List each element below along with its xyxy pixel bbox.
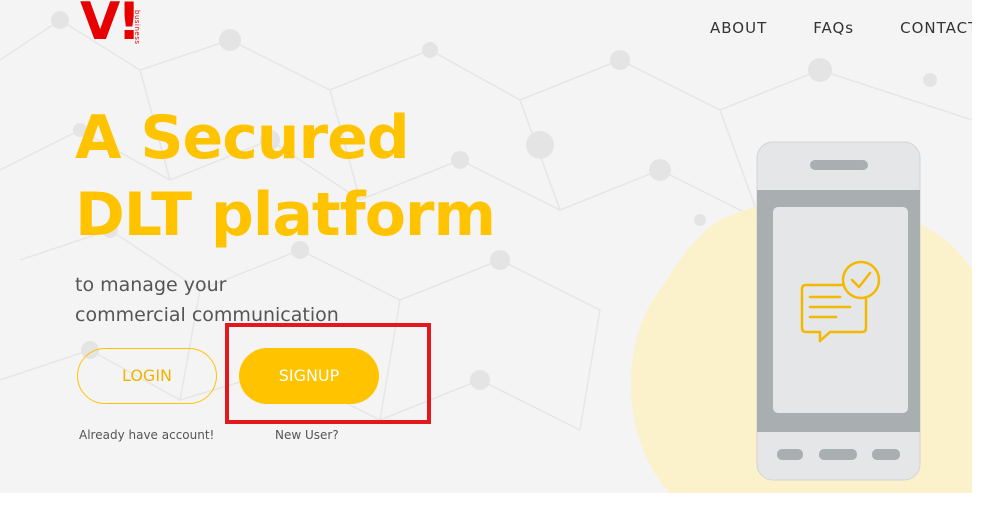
subtext-line-1: to manage your: [75, 274, 227, 296]
landing-page: V! business ABOUT FAQs CONTACT A Secured…: [0, 0, 972, 493]
logo-mark: V!: [80, 0, 141, 52]
hero-subtext: to manage your commercial communication: [75, 270, 339, 330]
logo-subtext: business: [133, 10, 141, 45]
signup-caption: New User?: [275, 428, 339, 442]
nav-about-link[interactable]: ABOUT: [710, 21, 767, 36]
signup-highlight-box: [225, 323, 431, 424]
top-nav: ABOUT FAQs CONTACT: [710, 21, 972, 36]
phone-illustration: [631, 141, 972, 493]
nav-faqs-link[interactable]: FAQs: [813, 21, 854, 36]
login-button[interactable]: LOGIN: [77, 348, 217, 404]
headline-line-1: A Secured: [75, 103, 410, 173]
hero-headline: A Secured DLT platform: [75, 100, 496, 254]
vi-business-logo[interactable]: V! business: [80, 0, 152, 62]
nav-contact-link[interactable]: CONTACT: [900, 21, 972, 36]
login-caption: Already have account!: [79, 428, 215, 442]
headline-line-2: DLT platform: [75, 180, 496, 250]
